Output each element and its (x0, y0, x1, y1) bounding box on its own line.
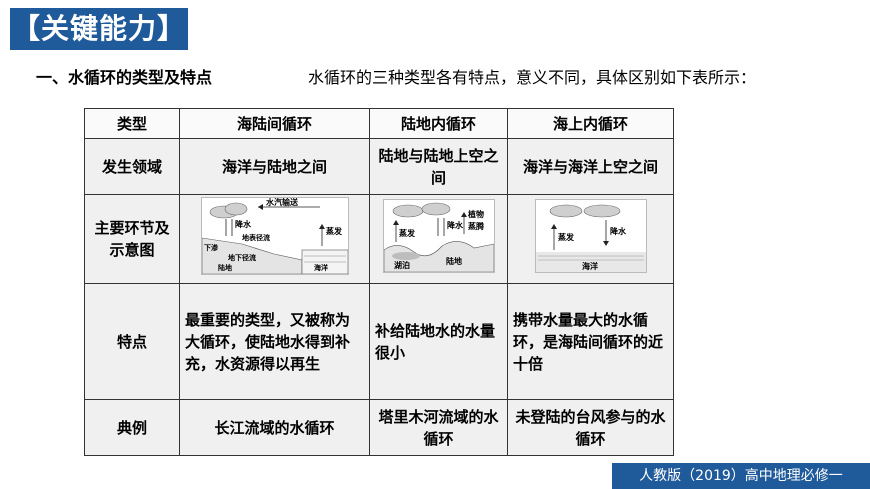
table-cell: 海洋与海洋上空之间 (507, 138, 674, 195)
sea-land-cycle-diagram: 水汽输送 降水 地表径流 下渗 地下径流 蒸发 海洋 陆地 (200, 197, 349, 275)
section-title-badge: 【关键能力】 (10, 8, 188, 50)
textbook-edition-badge: 人教版（2019）高中地理必修一 (612, 463, 870, 489)
diagram-label: 降水 (610, 226, 627, 236)
row-label: 典例 (84, 399, 180, 456)
table-cell: 最重要的类型，又被称为大循环，使陆地水得到补充，水资源得以再生 (179, 283, 370, 400)
water-cycle-table: 类型 海陆间循环 陆地内循环 海上内循环 发生领域 海洋与陆地之间 陆地与陆地上… (84, 108, 674, 456)
diagram-label: 海洋 (582, 261, 598, 271)
diagram-label: 湖泊 (394, 260, 410, 270)
diagram-label: 地表径流 (242, 233, 270, 242)
table-cell: 海洋与陆地之间 (179, 138, 370, 195)
diagram-cell: 蒸发 降水 海洋 (507, 194, 674, 284)
diagram-label: 蒸发 (326, 226, 343, 236)
row-label: 主要环节及示意图 (84, 194, 180, 284)
column-header: 类型 (84, 108, 180, 139)
diagram-label: 地下径流 (228, 253, 256, 262)
table-row: 典例 长江流域的水循环 塔里木河流域的水循环 未登陆的台风参与的水循环 (84, 399, 674, 456)
diagram-label: 陆地 (218, 263, 232, 272)
row-label: 发生领域 (84, 138, 180, 195)
table-cell: 塔里木河流域的水循环 (369, 399, 508, 456)
section-heading: 一、水循环的类型及特点 (36, 68, 213, 87)
diagram-label: 蒸腾 (468, 221, 485, 231)
diagram-label: 海洋 (314, 263, 328, 272)
column-header: 海陆间循环 (179, 108, 370, 139)
ocean-cycle-diagram: 蒸发 降水 海洋 (534, 199, 647, 273)
diagram-label: 水汽输送 (265, 198, 299, 207)
diagram-cell: 蒸发 降水 植物 蒸腾 湖泊 陆地 (369, 194, 508, 284)
diagram-label: 蒸发 (558, 232, 575, 242)
diagram-label: 下渗 (204, 243, 219, 252)
table-row: 主要环节及示意图 水汽输送 降水 地表径流 下渗 地下径流 蒸发 海洋 陆地 蒸… (84, 194, 674, 284)
table-cell: 陆地与陆地上空之间 (369, 138, 508, 195)
diagram-cell: 水汽输送 降水 地表径流 下渗 地下径流 蒸发 海洋 陆地 (179, 194, 370, 284)
column-header: 陆地内循环 (369, 108, 508, 139)
diagram-label: 陆地 (446, 256, 462, 266)
land-cycle-diagram: 蒸发 降水 植物 蒸腾 湖泊 陆地 (382, 199, 495, 273)
table-header-row: 类型 海陆间循环 陆地内循环 海上内循环 (84, 108, 674, 139)
diagram-label: 植物 (467, 209, 484, 219)
table-row: 特点 最重要的类型，又被称为大循环，使陆地水得到补充，水资源得以再生 补给陆地水… (84, 283, 674, 400)
table-cell: 补给陆地水的水量很小 (369, 283, 508, 400)
diagram-label: 降水 (235, 219, 252, 229)
table-row: 发生领域 海洋与陆地之间 陆地与陆地上空之间 海洋与海洋上空之间 (84, 138, 674, 195)
table-cell: 未登陆的台风参与的水循环 (507, 399, 674, 456)
diagram-label: 降水 (447, 220, 464, 230)
diagram-label: 蒸发 (399, 228, 416, 238)
table-cell: 长江流域的水循环 (179, 399, 370, 456)
intro-text: 水循环的三种类型各有特点，意义不同，具体区别如下表所示： (308, 68, 757, 87)
row-label: 特点 (84, 283, 180, 400)
column-header: 海上内循环 (507, 108, 674, 139)
table-cell: 携带水量最大的水循环，是海陆间循环的近十倍 (507, 283, 674, 400)
